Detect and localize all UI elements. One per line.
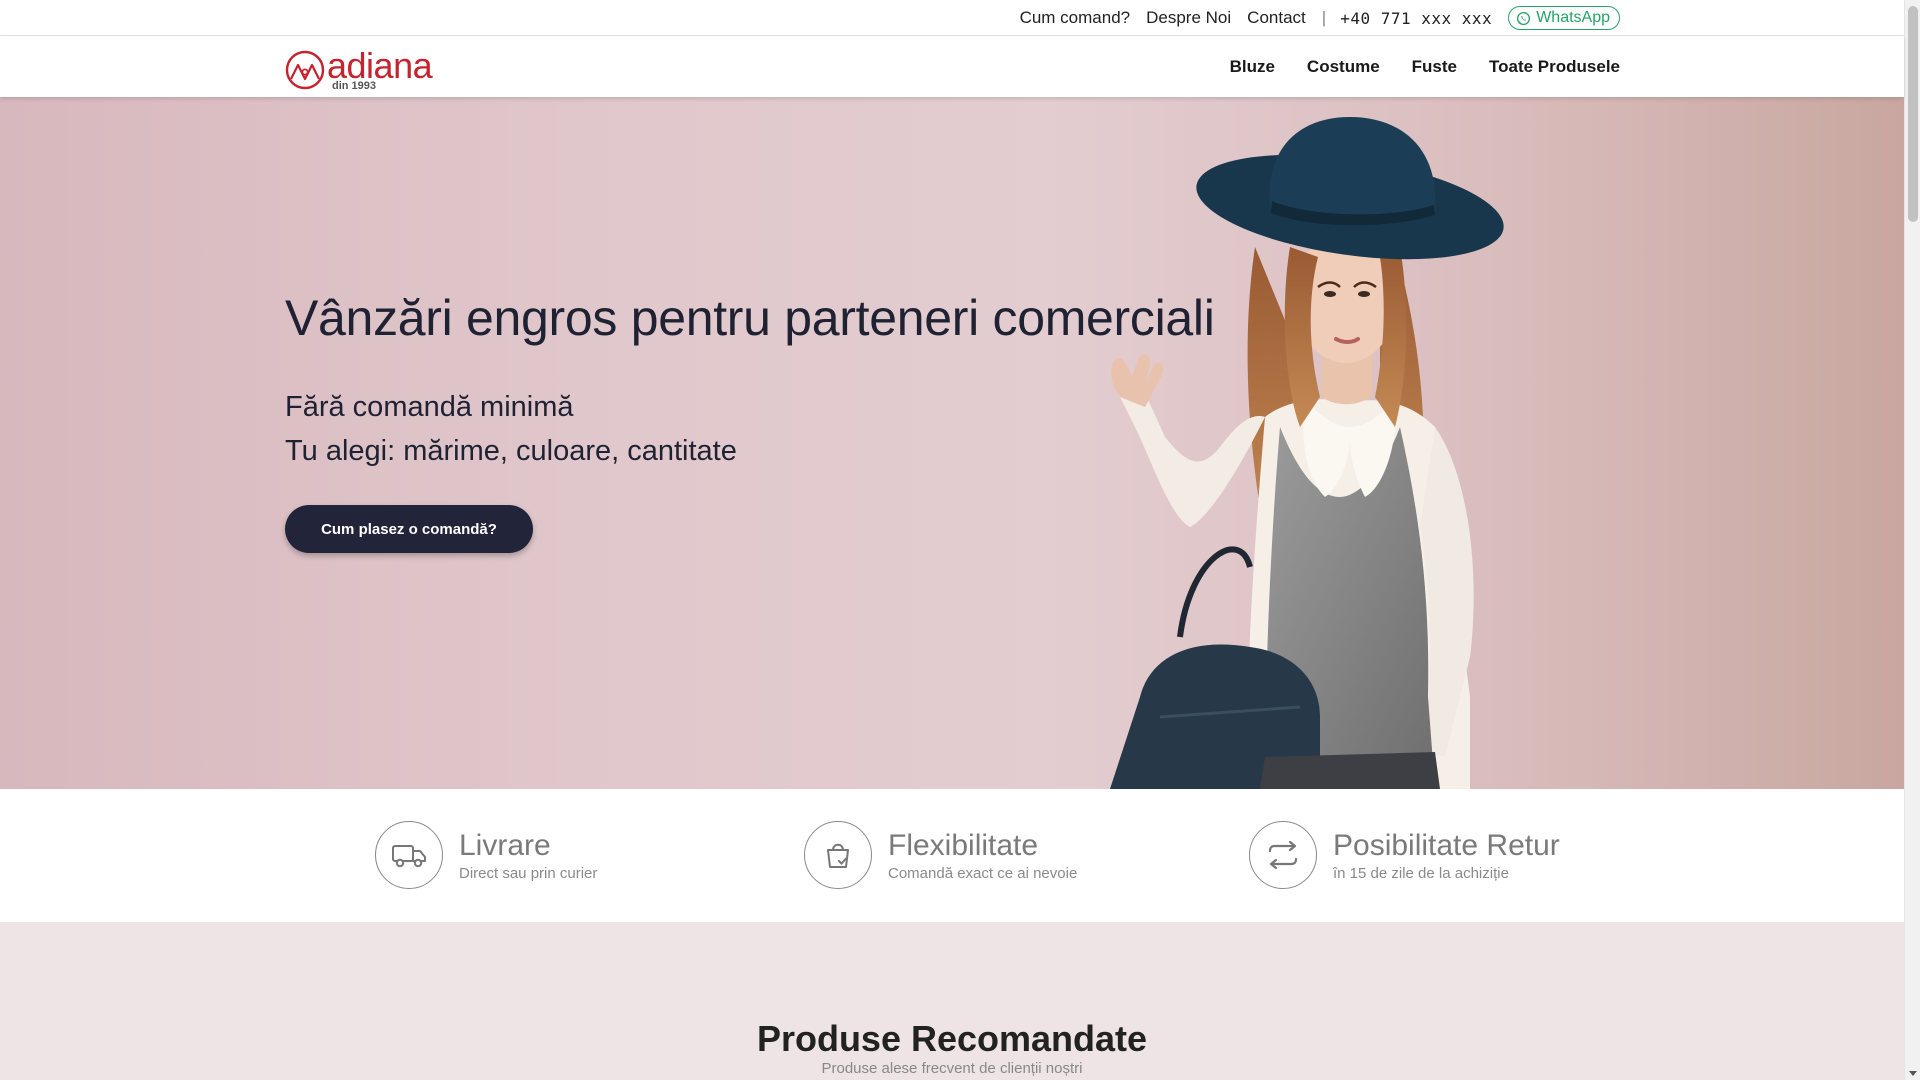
feature-title: Flexibilitate xyxy=(888,828,1039,862)
shopping-bag-check-icon xyxy=(827,843,849,868)
section-title: Produse Recomandate xyxy=(756,1018,1148,1059)
separator: | xyxy=(1321,8,1327,27)
feature-posibilitate-retur: Posibilitate Retur în 15 de zile de la a… xyxy=(1249,821,1560,889)
how-to-order-button[interactable]: Cum plasez o comandă? xyxy=(285,505,533,553)
hero-model-image xyxy=(1110,117,1504,789)
whatsapp-button[interactable]: WhatsApp xyxy=(1508,6,1620,30)
feature-subtitle: Comandă exact ce ai nevoie xyxy=(888,864,1078,882)
exchange-arrows-icon xyxy=(1268,840,1298,870)
whatsapp-icon xyxy=(1517,11,1531,25)
hero-line-2: Tu alegi: mărime, culoare, cantitate xyxy=(285,435,737,467)
nav-item-fuste[interactable]: Fuste xyxy=(1412,57,1457,77)
scroll-down-arrow-icon[interactable] xyxy=(1909,1071,1917,1076)
feature-subtitle: în 15 de zile de la achiziție xyxy=(1333,864,1509,882)
nav-item-toate-produsele[interactable]: Toate Produsele xyxy=(1489,57,1620,77)
link-cum-comand[interactable]: Cum comand? xyxy=(1020,8,1131,28)
nav-item-bluze[interactable]: Bluze xyxy=(1230,57,1275,77)
features-row: Livrare Direct sau prin curier Flexibili… xyxy=(0,789,1904,922)
link-contact[interactable]: Contact xyxy=(1247,8,1306,28)
brand-tagline: din 1993 xyxy=(332,80,377,92)
main-navigation: adiana din 1993 Bluze Costume Fuste Toat… xyxy=(0,37,1904,97)
truck-icon xyxy=(392,845,426,868)
main-menu: Bluze Costume Fuste Toate Produsele xyxy=(1230,37,1620,97)
hero-subtitle: Fără comandă minimă Tu alegi: mărime, cu… xyxy=(285,385,737,473)
feature-livrare: Livrare Direct sau prin curier xyxy=(375,821,597,889)
nav-item-costume[interactable]: Costume xyxy=(1307,57,1380,77)
feature-icon-circle xyxy=(1249,821,1317,889)
page-scrollbar[interactable] xyxy=(1904,0,1920,1080)
feature-title: Posibilitate Retur xyxy=(1333,828,1560,862)
section-subtitle: Produse alese frecvent de clienții noștr… xyxy=(821,1060,1083,1077)
feature-flexibilitate: Flexibilitate Comandă exact ce ai nevoie xyxy=(804,821,1077,889)
recommended-products-section: Produse Recomandate Produse alese frecve… xyxy=(0,922,1904,1080)
logo-mark-icon xyxy=(285,50,325,90)
scrollbar-thumb[interactable] xyxy=(1908,6,1918,222)
hero-banner: Vânzări engros pentru parteneri comercia… xyxy=(0,97,1904,789)
top-links: Cum comand? Despre Noi Contact | +40 771… xyxy=(1004,0,1620,36)
feature-icon-circle xyxy=(804,821,872,889)
hero-title: Vânzări engros pentru parteneri comercia… xyxy=(285,290,1215,346)
phone-number[interactable]: +40 771 xxx xxx xyxy=(1340,9,1492,28)
feature-icon-circle xyxy=(375,821,443,889)
feature-subtitle: Direct sau prin curier xyxy=(459,864,598,882)
whatsapp-label: WhatsApp xyxy=(1536,9,1610,26)
brand-logo[interactable]: adiana din 1993 xyxy=(285,45,445,93)
feature-title: Livrare xyxy=(459,828,551,862)
link-despre-noi[interactable]: Despre Noi xyxy=(1146,8,1231,28)
hero-line-1: Fără comandă minimă xyxy=(285,391,574,423)
top-utility-bar: Cum comand? Despre Noi Contact | +40 771… xyxy=(0,0,1904,36)
